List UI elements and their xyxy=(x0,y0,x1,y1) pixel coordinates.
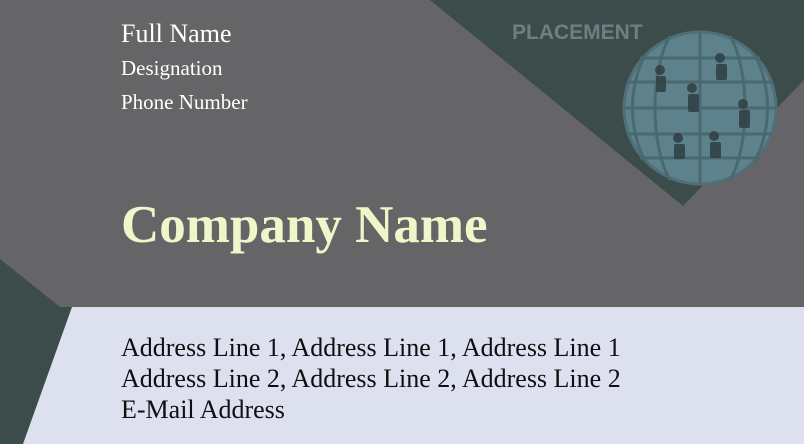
left-accent-shape xyxy=(0,259,60,307)
full-name: Full Name xyxy=(121,19,232,48)
address-line-2: Address Line 2, Address Line 2, Address … xyxy=(121,364,621,393)
placement-watermark: PLACEMENT xyxy=(512,21,643,44)
business-card: PLACEMENT Full Name Designation Phone Nu… xyxy=(0,0,804,444)
email-address: E-Mail Address xyxy=(121,395,285,424)
designation: Designation xyxy=(121,56,223,80)
address-line-1: Address Line 1, Address Line 1, Address … xyxy=(121,333,621,362)
globe-logo-icon xyxy=(622,30,778,186)
company-name: Company Name xyxy=(121,196,488,254)
phone-number: Phone Number xyxy=(121,90,248,114)
address-block: Address Line 1, Address Line 1, Address … xyxy=(121,332,621,425)
